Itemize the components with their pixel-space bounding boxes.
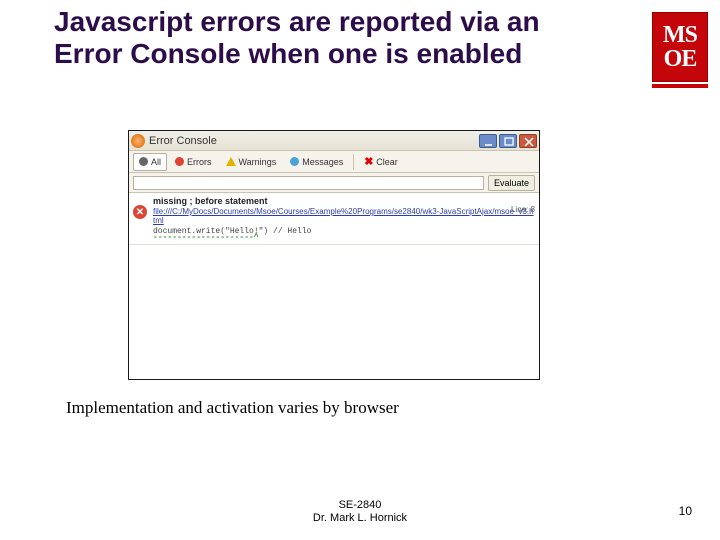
- page-number: 10: [679, 504, 692, 518]
- error-caret-indicator: ---------------------^: [153, 236, 535, 241]
- error-console-window: Error Console All Errors Warnings: [128, 130, 540, 380]
- window-title: Error Console: [149, 135, 479, 147]
- toolbar-separator: [353, 154, 354, 170]
- logo-row2: OE: [664, 47, 697, 71]
- logo-row1: MS: [663, 23, 697, 47]
- error-badge-icon: ✕: [133, 205, 147, 219]
- error-entry: ✕ missing ; before statement file:///C:/…: [129, 193, 539, 245]
- clear-icon: ✖: [364, 155, 373, 168]
- app-icon: [131, 134, 145, 148]
- footer-author: Dr. Mark L. Hornick: [0, 512, 720, 526]
- filter-warnings-label: Warnings: [239, 157, 277, 167]
- close-button[interactable]: [519, 134, 537, 148]
- console-body: ✕ missing ; before statement file:///C:/…: [129, 193, 539, 379]
- all-icon: [139, 157, 148, 166]
- window-titlebar: Error Console: [129, 131, 539, 151]
- filter-all-button[interactable]: All: [133, 153, 167, 171]
- maximize-button[interactable]: [499, 134, 517, 148]
- error-line-number: Line: 8: [511, 205, 535, 214]
- slide-footer: SE-2840 Dr. Mark L. Hornick: [0, 499, 720, 527]
- error-message: missing ; before statement: [153, 196, 535, 206]
- clear-label: Clear: [376, 157, 398, 167]
- console-toolbar: All Errors Warnings Messages ✖ Clear: [129, 151, 539, 173]
- footer-course: SE-2840: [0, 499, 720, 513]
- filter-errors-label: Errors: [187, 157, 212, 167]
- msoe-logo: MS OE: [652, 12, 710, 86]
- filter-messages-button[interactable]: Messages: [284, 153, 349, 171]
- warning-icon: [226, 157, 236, 166]
- clear-button[interactable]: ✖ Clear: [358, 153, 404, 171]
- filter-errors-button[interactable]: Errors: [169, 153, 218, 171]
- eval-input[interactable]: [133, 176, 484, 190]
- message-icon: [290, 157, 299, 166]
- filter-warnings-button[interactable]: Warnings: [220, 153, 283, 171]
- slide-title: Javascript errors are reported via an Er…: [54, 6, 614, 70]
- filter-messages-label: Messages: [302, 157, 343, 167]
- minimize-button[interactable]: [479, 134, 497, 148]
- evaluate-button[interactable]: Evaluate: [488, 175, 535, 191]
- error-icon: [175, 157, 184, 166]
- error-file-link[interactable]: file:///C:/MyDocs/Documents/Msoe/Courses…: [153, 207, 535, 225]
- eval-bar: Evaluate: [129, 173, 539, 193]
- slide-subnote: Implementation and activation varies by …: [66, 398, 399, 418]
- filter-all-label: All: [151, 157, 161, 167]
